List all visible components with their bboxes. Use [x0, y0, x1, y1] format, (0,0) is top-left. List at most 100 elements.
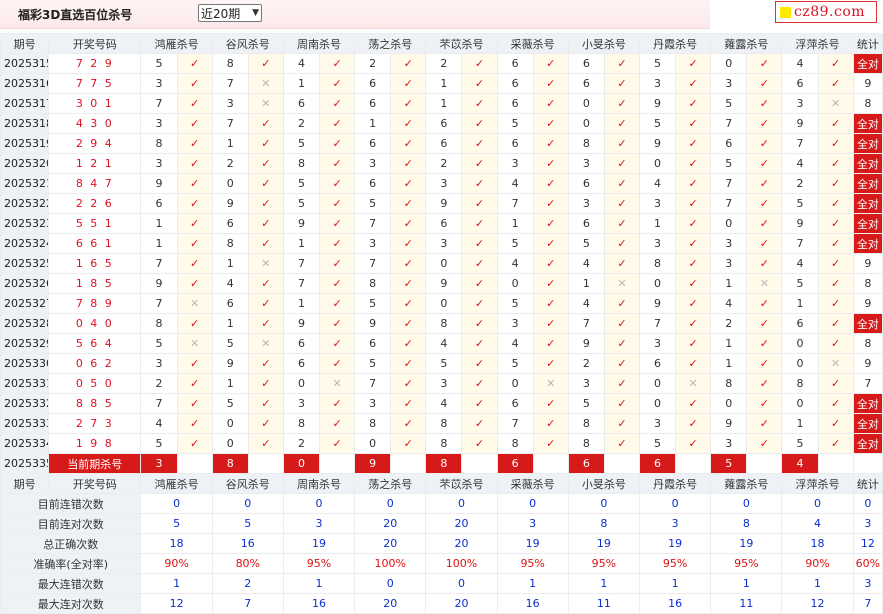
- check-mark-icon: ✓: [319, 413, 356, 434]
- summary-value: 95%: [496, 553, 569, 574]
- check-mark-icon: ✓: [817, 153, 854, 174]
- kill-value-cell: 1: [781, 413, 819, 434]
- kill-value-cell: 7: [710, 173, 748, 194]
- kill-value-cell: 6: [496, 73, 534, 94]
- check-mark-icon: ✓: [247, 433, 284, 454]
- kill-value-cell: 8: [425, 413, 463, 434]
- kill-value-cell: 7: [354, 253, 392, 274]
- check-mark-icon: ✓: [390, 213, 427, 234]
- empty-cell: [746, 453, 783, 474]
- column-header: 统计: [852, 33, 883, 54]
- column-header: 蕹露杀号: [710, 33, 783, 54]
- check-mark-icon: ✓: [817, 313, 854, 334]
- check-mark-icon: ✓: [390, 73, 427, 94]
- kill-value-cell: 2: [211, 153, 249, 174]
- check-mark-icon: ✓: [603, 133, 641, 154]
- cross-mark-icon: ✕: [247, 93, 284, 114]
- check-mark-icon: ✓: [532, 113, 569, 134]
- summary-value: 95%: [282, 553, 356, 574]
- check-mark-icon: ✓: [247, 153, 284, 174]
- kill-value-cell: 4: [425, 393, 463, 414]
- check-mark-icon: ✓: [176, 433, 213, 454]
- check-mark-icon: ✓: [390, 93, 427, 114]
- kill-value-cell: 5: [140, 53, 178, 74]
- table-row: 2025326 1 8 5 9 ✓ 4 ✓ 7 ✓ 8 ✓ 9 ✓ 0 ✓ 1 ✕ 0 ✓ 1 ✕ 5 ✓ 8: [0, 273, 883, 294]
- column-header: 荡之杀号: [354, 473, 427, 494]
- kill-value-cell: 0: [710, 393, 748, 414]
- summary-value: 19: [638, 533, 712, 554]
- cross-mark-icon: ✕: [319, 373, 356, 394]
- summary-value: 19: [567, 533, 641, 554]
- kill-value-cell: 1: [354, 113, 392, 134]
- kill-value-cell: 4: [425, 333, 463, 354]
- draw-number-cell: 6 6 1: [48, 233, 142, 254]
- table-row: 2025315 7 2 9 5 ✓ 8 ✓ 4 ✓ 2 ✓ 2 ✓ 6 ✓ 6 ✓ 5 ✓ 0 ✓ 4 ✓ 全对: [0, 53, 883, 74]
- check-mark-icon: ✓: [176, 313, 213, 334]
- kill-value-cell: 8: [140, 313, 178, 334]
- period-cell: 2025326: [0, 273, 50, 294]
- kill-value-cell: 0: [638, 373, 677, 394]
- kill-value-cell: 0: [567, 113, 605, 134]
- summary-value: 3: [282, 513, 356, 534]
- check-mark-icon: ✓: [319, 213, 356, 234]
- kill-value-cell: 5: [638, 113, 677, 134]
- kill-value-cell: 8: [425, 433, 463, 454]
- kill-value-cell: 4: [140, 413, 178, 434]
- summary-value: 19: [496, 533, 569, 554]
- period-cell: 2025318: [0, 113, 50, 134]
- kill-value-cell: 2: [567, 353, 605, 374]
- brand-logo[interactable]: cz89.com: [775, 1, 877, 23]
- summary-value: 16: [282, 593, 356, 614]
- check-mark-icon: ✓: [176, 193, 213, 214]
- empty-cell: [532, 453, 569, 474]
- check-mark-icon: ✓: [390, 233, 427, 254]
- table-row: 2025332 8 8 5 7 ✓ 5 ✓ 3 ✓ 3 ✓ 4 ✓ 6 ✓ 5 ✓ 0 ✓ 0 ✓ 0 ✓ 全对: [0, 393, 883, 414]
- summary-value: 0: [282, 493, 356, 514]
- column-header: 采薇杀号: [496, 473, 569, 494]
- summary-label: 总正确次数: [0, 533, 142, 554]
- stat-cell: 全对: [852, 133, 883, 154]
- draw-number-cell: 3 0 1: [48, 93, 142, 114]
- summary-value: 0: [710, 493, 783, 514]
- draw-number-cell: 0 5 0: [48, 373, 142, 394]
- check-mark-icon: ✓: [390, 253, 427, 274]
- check-mark-icon: ✓: [817, 393, 854, 414]
- cross-mark-icon: ✕: [817, 93, 854, 114]
- kill-value-cell: 0: [354, 433, 392, 454]
- table-row: 2025331 0 5 0 2 ✓ 1 ✓ 0 ✕ 7 ✓ 3 ✓ 0 ✕ 3 ✓ 0 ✕ 8 ✓ 8 ✓ 7: [0, 373, 883, 394]
- summary-value: 0: [781, 493, 854, 514]
- check-mark-icon: ✓: [319, 393, 356, 414]
- summary-value: 16: [211, 533, 284, 554]
- kill-value-cell: 9: [140, 173, 178, 194]
- kill-value-cell: 6: [567, 53, 605, 74]
- summary-value: 20: [354, 593, 427, 614]
- draw-number-cell: 2 2 6: [48, 193, 142, 214]
- summary-row: 总正确次数 18 16 19 20 20 19 19 19 19 18 12: [0, 533, 883, 554]
- check-mark-icon: ✓: [603, 393, 641, 414]
- kill-value-cell: 9: [781, 213, 819, 234]
- stat-cell: 全对: [852, 193, 883, 214]
- table-row: 2025317 3 0 1 7 ✓ 3 ✕ 6 ✓ 6 ✓ 1 ✓ 6 ✓ 0 ✓ 9 ✓ 5 ✓ 3 ✕ 8: [0, 93, 883, 114]
- kill-value-cell: 8: [638, 253, 677, 274]
- kill-value-cell: 1: [710, 353, 748, 374]
- check-mark-icon: ✓: [603, 193, 641, 214]
- kill-value-cell: 4: [282, 53, 321, 74]
- kill-value-cell: 5: [710, 93, 748, 114]
- kill-value-cell: 3: [140, 73, 178, 94]
- check-mark-icon: ✓: [176, 233, 213, 254]
- kill-value-cell: 0: [638, 393, 677, 414]
- stat-cell: 全对: [852, 113, 883, 134]
- stat-cell: 全对: [852, 213, 883, 234]
- check-mark-icon: ✓: [319, 113, 356, 134]
- kill-value-cell: 5: [781, 273, 819, 294]
- table-row: 2025329 5 6 4 5 ✕ 5 ✕ 6 ✓ 6 ✓ 4 ✓ 4 ✓ 9 ✓ 3 ✓ 1 ✓ 0 ✓ 8: [0, 333, 883, 354]
- check-mark-icon: ✓: [176, 273, 213, 294]
- summary-value: 3: [852, 513, 883, 534]
- kill-value-cell: 8: [140, 133, 178, 154]
- kill-value-cell: 3: [282, 393, 321, 414]
- kill-value-cell: 5: [496, 293, 534, 314]
- stat-cell: 全对: [852, 153, 883, 174]
- period-select[interactable]: 近20期 ▼: [198, 4, 262, 22]
- kill-value-cell: 3: [140, 113, 178, 134]
- kill-value-cell: 4: [781, 53, 819, 74]
